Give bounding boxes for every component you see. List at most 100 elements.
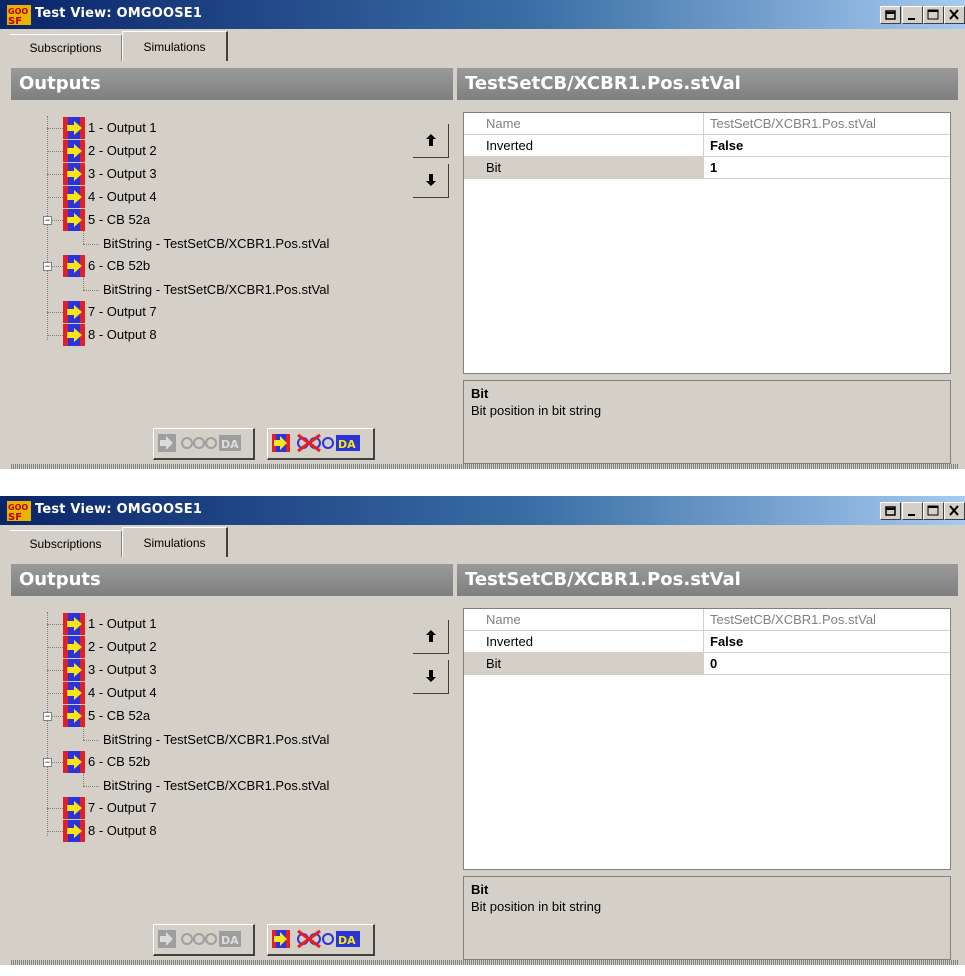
properties-panel: TestSetCB/XCBR1.Pos.stVal Name TestSetCB… bbox=[457, 68, 958, 465]
arrow-up-icon bbox=[426, 134, 436, 146]
restore-button[interactable] bbox=[880, 502, 901, 520]
minimize-button[interactable] bbox=[902, 502, 923, 520]
output-arrow-icon bbox=[63, 163, 85, 185]
property-row-name[interactable]: Name TestSetCB/XCBR1.Pos.stVal bbox=[464, 609, 950, 631]
property-name: Bit bbox=[464, 653, 703, 674]
property-value[interactable]: False bbox=[703, 631, 948, 652]
title-bar[interactable]: GOO SF Test View: OMGOOSE1 bbox=[0, 496, 965, 525]
tab-subscriptions[interactable]: Subscriptions bbox=[10, 530, 122, 557]
svg-text:SF: SF bbox=[8, 16, 22, 25]
title-bar[interactable]: GOO SF Test View: OMGOOSE1 bbox=[0, 0, 965, 29]
close-button[interactable] bbox=[944, 502, 965, 520]
svg-text:DA: DA bbox=[338, 438, 356, 451]
tree-item-label: 3 - Output 3 bbox=[88, 166, 157, 181]
link-data-attribute-button[interactable]: DA bbox=[153, 428, 255, 460]
output-arrow-icon bbox=[63, 186, 85, 208]
description-title: Bit bbox=[471, 386, 489, 401]
tree-line bbox=[47, 647, 63, 648]
property-value[interactable]: False bbox=[703, 135, 948, 156]
tab-subscriptions[interactable]: Subscriptions bbox=[10, 34, 122, 61]
tree-line bbox=[47, 197, 63, 198]
output-arrow-icon bbox=[63, 682, 85, 704]
maximize-button[interactable] bbox=[923, 502, 944, 520]
tree-item-label: 8 - Output 8 bbox=[88, 823, 157, 838]
svg-text:DA: DA bbox=[338, 934, 356, 947]
svg-text:DA: DA bbox=[221, 934, 239, 947]
tree-line bbox=[83, 740, 99, 741]
move-up-button[interactable] bbox=[413, 620, 449, 654]
property-row-inverted[interactable]: Inverted False bbox=[464, 135, 950, 157]
tree-line bbox=[47, 151, 63, 152]
tree-item-label: 6 - CB 52b bbox=[88, 258, 151, 273]
unlink-data-attribute-button[interactable]: DA bbox=[267, 924, 375, 956]
splitter[interactable] bbox=[11, 960, 958, 965]
property-name: Bit bbox=[464, 157, 703, 178]
tree-line bbox=[47, 128, 63, 129]
property-row-name[interactable]: Name TestSetCB/XCBR1.Pos.stVal bbox=[464, 113, 950, 135]
tree-item-bitstring[interactable]: BitString - TestSetCB/XCBR1.Pos.stVal bbox=[99, 233, 334, 255]
collapse-toggle[interactable]: − bbox=[43, 712, 52, 721]
outputs-tree: − − 1 - Output 1 2 - Output 2 3 - Output… bbox=[11, 604, 411, 864]
arrow-up-icon bbox=[426, 630, 436, 642]
restore-icon bbox=[885, 506, 896, 516]
svg-text:GOO: GOO bbox=[8, 503, 28, 512]
restore-button[interactable] bbox=[880, 6, 901, 24]
svg-text:DA: DA bbox=[221, 438, 239, 451]
link-data-attribute-button[interactable]: DA bbox=[153, 924, 255, 956]
tree-item-bitstring[interactable]: BitString - TestSetCB/XCBR1.Pos.stVal bbox=[99, 775, 334, 797]
output-arrow-icon bbox=[63, 659, 85, 681]
minimize-button[interactable] bbox=[902, 6, 923, 24]
output-arrow-icon bbox=[63, 820, 85, 842]
move-down-button[interactable] bbox=[413, 164, 449, 198]
move-down-button[interactable] bbox=[413, 660, 449, 694]
output-arrow-icon bbox=[63, 255, 85, 277]
property-row-bit[interactable]: Bit 0 bbox=[464, 653, 950, 675]
output-arrow-icon bbox=[63, 117, 85, 139]
property-description: Bit Bit position in bit string bbox=[463, 380, 951, 464]
unlink-data-attribute-button[interactable]: DA bbox=[267, 428, 375, 460]
property-grid: Name TestSetCB/XCBR1.Pos.stVal Inverted … bbox=[463, 112, 951, 374]
tree-line bbox=[47, 693, 63, 694]
tab-simulations[interactable]: Simulations bbox=[122, 527, 228, 557]
tree-item-bitstring[interactable]: BitString - TestSetCB/XCBR1.Pos.stVal bbox=[99, 729, 333, 751]
property-value[interactable]: 0 bbox=[703, 653, 948, 674]
tree-item-label: 4 - Output 4 bbox=[88, 189, 157, 204]
tree-line bbox=[47, 312, 63, 313]
output-arrow-icon bbox=[63, 613, 85, 635]
outputs-panel: Outputs − − 1 - Output 1 2 - Output 2 3 … bbox=[11, 68, 453, 465]
test-view-window: GOO SF Test View: OMGOOSE1 Subscriptions… bbox=[0, 0, 965, 469]
property-grid: Name TestSetCB/XCBR1.Pos.stVal Inverted … bbox=[463, 608, 951, 870]
svg-text:SF: SF bbox=[8, 512, 22, 521]
collapse-toggle[interactable]: − bbox=[43, 216, 52, 225]
maximize-button[interactable] bbox=[923, 6, 944, 24]
description-text: Bit position in bit string bbox=[471, 403, 602, 418]
collapse-toggle[interactable]: − bbox=[43, 262, 52, 271]
tree-item-label: 1 - Output 1 bbox=[88, 616, 157, 631]
property-name: Inverted bbox=[486, 634, 533, 649]
output-arrow-icon bbox=[63, 209, 85, 231]
property-row-inverted[interactable]: Inverted False bbox=[464, 631, 950, 653]
tree-line bbox=[47, 335, 63, 336]
move-up-button[interactable] bbox=[413, 124, 449, 158]
arrow-down-icon bbox=[426, 174, 436, 186]
window-title: Test View: OMGOOSE1 bbox=[35, 6, 203, 21]
property-row-bit[interactable]: Bit 1 bbox=[464, 157, 950, 179]
output-arrow-icon bbox=[63, 301, 85, 323]
properties-panel: TestSetCB/XCBR1.Pos.stVal Name TestSetCB… bbox=[457, 564, 958, 961]
restore-icon bbox=[885, 10, 896, 20]
output-arrow-icon bbox=[63, 751, 85, 773]
property-value[interactable]: 1 bbox=[703, 157, 948, 178]
close-button[interactable] bbox=[944, 6, 965, 24]
tree-item-bitstring[interactable]: BitString - TestSetCB/XCBR1.Pos.stVal bbox=[99, 279, 333, 301]
outputs-panel: Outputs − − 1 - Output 1 2 - Output 2 3 … bbox=[11, 564, 453, 961]
splitter[interactable] bbox=[11, 464, 958, 469]
tab-simulations[interactable]: Simulations bbox=[122, 31, 228, 61]
output-arrow-icon bbox=[63, 140, 85, 162]
svg-text:GOO: GOO bbox=[8, 7, 28, 16]
outputs-header: Outputs bbox=[11, 68, 453, 100]
tree-line bbox=[47, 624, 63, 625]
minimize-icon bbox=[908, 514, 915, 516]
output-arrow-icon bbox=[63, 705, 85, 727]
tree-line bbox=[47, 831, 63, 832]
collapse-toggle[interactable]: − bbox=[43, 758, 52, 767]
